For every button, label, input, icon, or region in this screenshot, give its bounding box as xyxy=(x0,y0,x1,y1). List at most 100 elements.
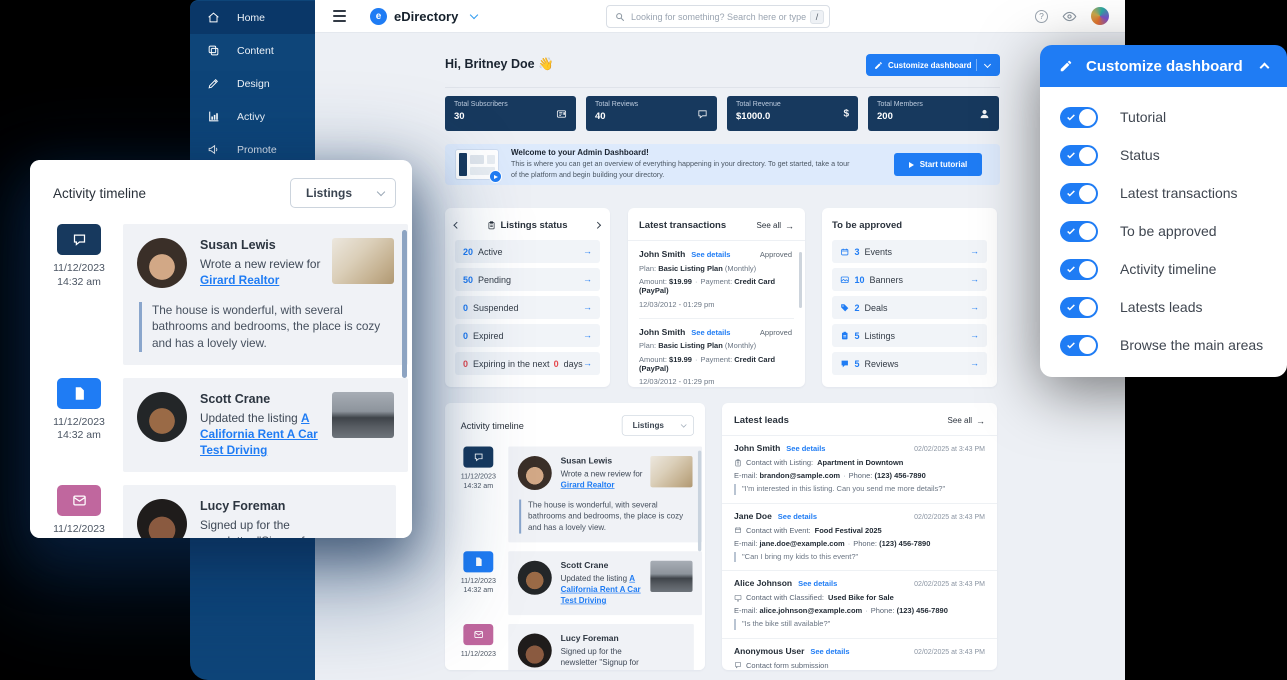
see-details-link[interactable]: See details xyxy=(691,328,730,337)
review-quote: The house is wonderful, with several bat… xyxy=(139,302,392,352)
user-avatar[interactable] xyxy=(1091,7,1109,25)
toggle-switch[interactable] xyxy=(1060,107,1098,128)
lead-message: "I'm interested in this listing. Can you… xyxy=(734,484,985,495)
toggle-row-browse-main-areas: Browse the main areas xyxy=(1040,326,1287,364)
arrow-right-icon xyxy=(976,416,985,426)
see-details-link[interactable]: See details xyxy=(810,647,849,656)
eye-icon[interactable] xyxy=(1062,9,1077,24)
toggle-switch[interactable] xyxy=(1060,335,1098,356)
status-row-expired[interactable]: 0 Expired xyxy=(455,324,600,347)
status-row-expiring[interactable]: 0 Expiring in the next 0 days xyxy=(455,352,600,375)
entry-link[interactable]: Girard Realtor xyxy=(200,273,279,287)
page-greeting: Hi, Britney Doe 👋 xyxy=(445,57,554,72)
tag-icon xyxy=(840,303,850,313)
chevron-left-icon[interactable] xyxy=(454,222,460,228)
brand-selector[interactable]: e eDirectory xyxy=(370,8,477,25)
activity-filter-select[interactable]: Listings xyxy=(290,178,396,208)
listing-photo xyxy=(332,238,394,284)
approval-row-events[interactable]: 3 Events xyxy=(832,240,987,263)
panel-title: Activity timeline xyxy=(53,186,146,201)
sidebar-item-activity[interactable]: Activy xyxy=(190,100,315,133)
transaction-date: 12/03/2012 - 01:29 pm xyxy=(639,300,792,309)
listing-icon xyxy=(840,331,850,341)
scrollbar[interactable] xyxy=(402,230,407,378)
status-row-active[interactable]: 20 Active xyxy=(455,240,600,263)
entry-user-name: Susan Lewis xyxy=(561,456,651,466)
welcome-body: This is where you can get an overview of… xyxy=(511,159,856,181)
banner-icon xyxy=(840,275,850,285)
entry-date: 11/12/202314:32 am xyxy=(53,262,105,289)
timeline-entry: 11/12/202314:32 am Susan Lewis Wrote a n… xyxy=(457,447,694,543)
check-icon xyxy=(1066,150,1076,160)
entry-user-name: Susan Lewis xyxy=(200,238,332,252)
toggle-switch[interactable] xyxy=(1060,221,1098,242)
toggle-switch[interactable] xyxy=(1060,297,1098,318)
clipboard-icon xyxy=(487,221,496,230)
sidebar-item-design[interactable]: Design xyxy=(190,67,315,100)
status-row-suspended[interactable]: 0 Suspended xyxy=(455,296,600,319)
customize-dashboard-panel: Customize dashboard Tutorial Status Late… xyxy=(1040,45,1287,377)
toggle-switch[interactable] xyxy=(1060,183,1098,204)
start-tutorial-button[interactable]: Start tutorial xyxy=(894,153,982,176)
sidebar-item-content[interactable]: Content xyxy=(190,34,315,67)
revenue-icon: $ xyxy=(843,108,849,119)
card-title: Activity timeline xyxy=(461,420,524,430)
sidebar-item-label: Design xyxy=(237,78,270,90)
scrollbar[interactable] xyxy=(698,451,701,552)
toggle-row-tutorial: Tutorial xyxy=(1040,98,1287,136)
see-all-link[interactable]: See all xyxy=(757,221,794,231)
approval-row-reviews[interactable]: 5 Reviews xyxy=(832,352,987,375)
entry-link[interactable]: Girard Realtor xyxy=(561,480,615,490)
card-title: Latest leads xyxy=(734,415,789,426)
see-details-link[interactable]: See details xyxy=(786,444,825,453)
help-icon[interactable] xyxy=(1035,10,1048,23)
play-icon xyxy=(909,162,914,168)
activity-filter-select[interactable]: Listings xyxy=(622,415,694,435)
hamburger-menu-icon[interactable] xyxy=(333,10,346,22)
listing-photo xyxy=(650,561,692,592)
home-icon xyxy=(207,11,220,24)
stat-card-members: Total Members 200 xyxy=(868,96,999,131)
stat-label: Total Subscribers xyxy=(454,101,567,108)
toggle-switch[interactable] xyxy=(1060,145,1098,166)
sidebar-item-label: Promote xyxy=(237,144,277,156)
tutorial-video-thumbnail[interactable] xyxy=(456,150,498,179)
chevron-right-icon[interactable] xyxy=(595,222,601,228)
card-title: Listings status xyxy=(500,220,567,231)
see-details-link[interactable]: See details xyxy=(778,512,817,521)
card-title: Latest transactions xyxy=(639,220,726,231)
entry-user-name: Lucy Foreman xyxy=(561,633,651,643)
entry-date: 11/12/2023 xyxy=(53,523,105,537)
status-row-pending[interactable]: 50 Pending xyxy=(455,268,600,291)
arrow-right-icon xyxy=(970,303,979,312)
approval-row-listings[interactable]: 5 Listings xyxy=(832,324,987,347)
scrollbar[interactable] xyxy=(799,252,802,308)
avatar xyxy=(137,238,187,288)
arrow-right-icon xyxy=(583,331,592,340)
search-input[interactable] xyxy=(631,12,810,22)
approval-row-banners[interactable]: 10 Banners xyxy=(832,268,987,291)
customize-dashboard-button[interactable]: Customize dashboard xyxy=(866,54,1000,76)
sidebar-item-home[interactable]: Home xyxy=(190,1,315,34)
arrow-right-icon xyxy=(970,331,979,340)
entry-date: 11/12/202314:32 am xyxy=(53,416,105,443)
toggle-switch[interactable] xyxy=(1060,259,1098,280)
see-details-link[interactable]: See details xyxy=(798,579,837,588)
transaction-status: Approved xyxy=(760,328,792,337)
stat-card-revenue: Total Revenue $1000.0 $ xyxy=(727,96,858,131)
check-icon xyxy=(1066,264,1076,274)
divider xyxy=(976,59,977,71)
see-all-link[interactable]: See all xyxy=(948,416,985,426)
avatar xyxy=(137,392,187,442)
stat-value: $1000.0 xyxy=(736,111,849,122)
toggle-row-latests-leads: Latests leads xyxy=(1040,288,1287,326)
search-box[interactable]: / xyxy=(606,5,830,28)
see-details-link[interactable]: See details xyxy=(691,250,730,259)
brand-name: eDirectory xyxy=(394,9,458,24)
avatar xyxy=(137,499,187,538)
mail-badge-icon xyxy=(57,485,101,516)
approval-row-deals[interactable]: 2 Deals xyxy=(832,296,987,319)
check-icon xyxy=(1066,302,1076,312)
customize-panel-header[interactable]: Customize dashboard xyxy=(1040,45,1287,87)
calendar-icon xyxy=(840,247,850,257)
